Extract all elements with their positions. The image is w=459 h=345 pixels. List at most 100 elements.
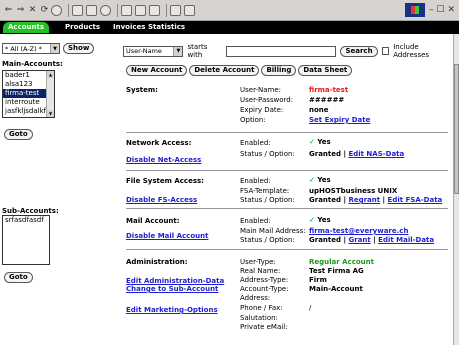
- mail-enabled-label: Enabled:: [240, 217, 271, 225]
- scrollbar-thumb[interactable]: [454, 64, 459, 194]
- search-input[interactable]: [226, 45, 337, 57]
- search-row: User-Name ▼ starts with Search Include A…: [123, 43, 453, 59]
- edit-mail-data-link[interactable]: Edit Mail-Data: [378, 236, 434, 244]
- mail-status-value: Granted | Grant | Edit Mail-Data: [309, 236, 435, 244]
- user-name-label: User-Name:: [240, 86, 282, 94]
- user-password-value: ######: [309, 96, 345, 104]
- stop-icon[interactable]: ✕: [27, 3, 38, 17]
- network-enabled-text: Yes: [317, 138, 331, 146]
- filter-select-value: * All (A-Z) *: [5, 44, 42, 53]
- main-accounts-list[interactable]: bader1 alsa123 firma-test interroute jas…: [2, 70, 55, 118]
- page-scrollbar[interactable]: [453, 34, 459, 345]
- favorites-icon[interactable]: [86, 4, 97, 16]
- browser-logo-icon: [405, 3, 426, 17]
- main-panel: User-Name ▼ starts with Search Include A…: [116, 34, 453, 345]
- mail-icon[interactable]: [121, 4, 132, 16]
- network-status-text: Granted: [309, 150, 342, 158]
- fs-enabled-value: ✓ Yes: [309, 176, 331, 184]
- salutation-label: Salutation:: [240, 314, 278, 322]
- fsa-template-label: FSA-Template:: [240, 187, 290, 195]
- edit-fsa-data-link[interactable]: Edit FSA-Data: [388, 196, 443, 204]
- address-label: Address:: [240, 294, 271, 302]
- tab-statistics[interactable]: Statistics: [143, 22, 190, 33]
- left-panel: * All (A-Z) * ▼ Show Main-Accounts: bade…: [0, 34, 116, 345]
- administration-title: Administration:: [126, 258, 188, 266]
- fs-status-value: Granted | Regrant | Edit FSA-Data: [309, 196, 443, 204]
- filesystem-title: File System Access:: [126, 177, 204, 185]
- administration-section: Administration: Edit Administration-Data…: [126, 258, 446, 344]
- account-type-label: Account-Type:: [240, 285, 289, 293]
- phone-fax-value: /: [309, 304, 312, 312]
- search-icon[interactable]: [72, 4, 83, 16]
- sub-accounts-label: Sub-Accounts:: [2, 207, 59, 215]
- sub-accounts-list[interactable]: srfasdfasdf: [2, 215, 50, 265]
- back-icon[interactable]: ⇐: [3, 3, 14, 17]
- discuss-icon[interactable]: [170, 4, 181, 16]
- toolbar-separator: [166, 3, 167, 17]
- disable-fs-access-link[interactable]: Disable FS-Access: [126, 196, 197, 204]
- data-sheet-button[interactable]: Data Sheet: [298, 65, 353, 76]
- scroll-down-icon[interactable]: ▼: [47, 110, 54, 117]
- divider: [126, 249, 448, 250]
- list-scrollbar[interactable]: ▲ ▼: [46, 71, 54, 117]
- list-item[interactable]: srfasdfasdf: [3, 216, 49, 225]
- network-enabled-value: ✓ Yes: [309, 138, 331, 146]
- network-title: Network Access:: [126, 139, 192, 147]
- billing-button[interactable]: Billing: [261, 65, 297, 76]
- divider: [126, 208, 448, 209]
- disable-net-access-link[interactable]: Disable Net-Access: [126, 156, 201, 164]
- filter-select[interactable]: * All (A-Z) * ▼: [2, 43, 60, 54]
- grant-link[interactable]: Grant: [348, 236, 370, 244]
- regrant-link[interactable]: Regrant: [348, 196, 380, 204]
- mail-enabled-text: Yes: [317, 216, 331, 224]
- filter-row: * All (A-Z) * ▼ Show: [2, 43, 95, 54]
- search-button[interactable]: Search: [340, 45, 378, 57]
- window-controls[interactable]: – ☐ ✕: [429, 5, 455, 15]
- address-type-value: Firm: [309, 276, 327, 284]
- history-icon[interactable]: [100, 4, 111, 16]
- include-addresses-checkbox[interactable]: [381, 47, 390, 55]
- show-button[interactable]: Show: [63, 43, 95, 54]
- fsa-template-value: upHOSTbusiness UNIX: [309, 187, 398, 195]
- tab-products[interactable]: Products: [60, 22, 105, 33]
- mail-status-label: Status / Option:: [240, 236, 295, 244]
- network-status-label: Status / Option:: [240, 150, 295, 158]
- divider: [126, 132, 448, 133]
- edit-administration-data-link[interactable]: Edit Administration-Data: [126, 277, 224, 285]
- forward-icon[interactable]: ⇒: [15, 3, 26, 17]
- main-mail-address-link[interactable]: firma-test@everyware.ch: [309, 227, 408, 235]
- checkmark-icon: ✓: [309, 176, 315, 184]
- network-status-value: Granted | Edit NAS-Data: [309, 150, 405, 158]
- phone-fax-label: Phone / Fax:: [240, 304, 283, 312]
- user-password-label: User-Password:: [240, 96, 294, 104]
- include-addresses-label: Include Addresses: [393, 43, 430, 59]
- goto-button[interactable]: Goto: [4, 129, 33, 140]
- change-to-sub-account-link[interactable]: Change to Sub-Account: [126, 285, 218, 293]
- mail-section: Mail Account: Disable Mail Account Enabl…: [126, 216, 446, 257]
- checkmark-icon: ✓: [309, 138, 315, 146]
- new-account-button[interactable]: New Account: [126, 65, 188, 76]
- set-expiry-date-link[interactable]: Set Expiry Date: [309, 116, 370, 124]
- disable-mail-account-link[interactable]: Disable Mail Account: [126, 232, 208, 240]
- scroll-up-icon[interactable]: ▲: [47, 71, 54, 78]
- edit-marketing-options-link[interactable]: Edit Marketing-Options: [126, 306, 218, 314]
- divider: [126, 170, 448, 171]
- messenger-icon[interactable]: [184, 4, 195, 16]
- real-name-value: Test Firma AG: [309, 267, 364, 275]
- print-icon[interactable]: [135, 4, 146, 16]
- home-icon[interactable]: [51, 4, 62, 16]
- starts-with-label: starts with: [187, 43, 208, 59]
- tab-accounts[interactable]: Accounts: [3, 22, 50, 33]
- edit-icon[interactable]: [149, 4, 160, 16]
- refresh-icon[interactable]: ⟳: [39, 3, 50, 17]
- delete-account-button[interactable]: Delete Account: [189, 65, 260, 76]
- edit-nas-data-link[interactable]: Edit NAS-Data: [348, 150, 404, 158]
- search-field-value: User-Name: [126, 47, 162, 55]
- search-field-select[interactable]: User-Name ▼: [123, 45, 184, 57]
- chevron-down-icon: ▼: [50, 44, 59, 53]
- account-type-value: Main-Account: [309, 285, 363, 293]
- network-section: Network Access: Disable Net-Access Enabl…: [126, 138, 446, 171]
- main-mail-address-label: Main Mail Address:: [240, 227, 306, 235]
- action-row: New Account Delete Account Billing Data …: [126, 65, 353, 76]
- goto-button-sub[interactable]: Goto: [4, 272, 33, 283]
